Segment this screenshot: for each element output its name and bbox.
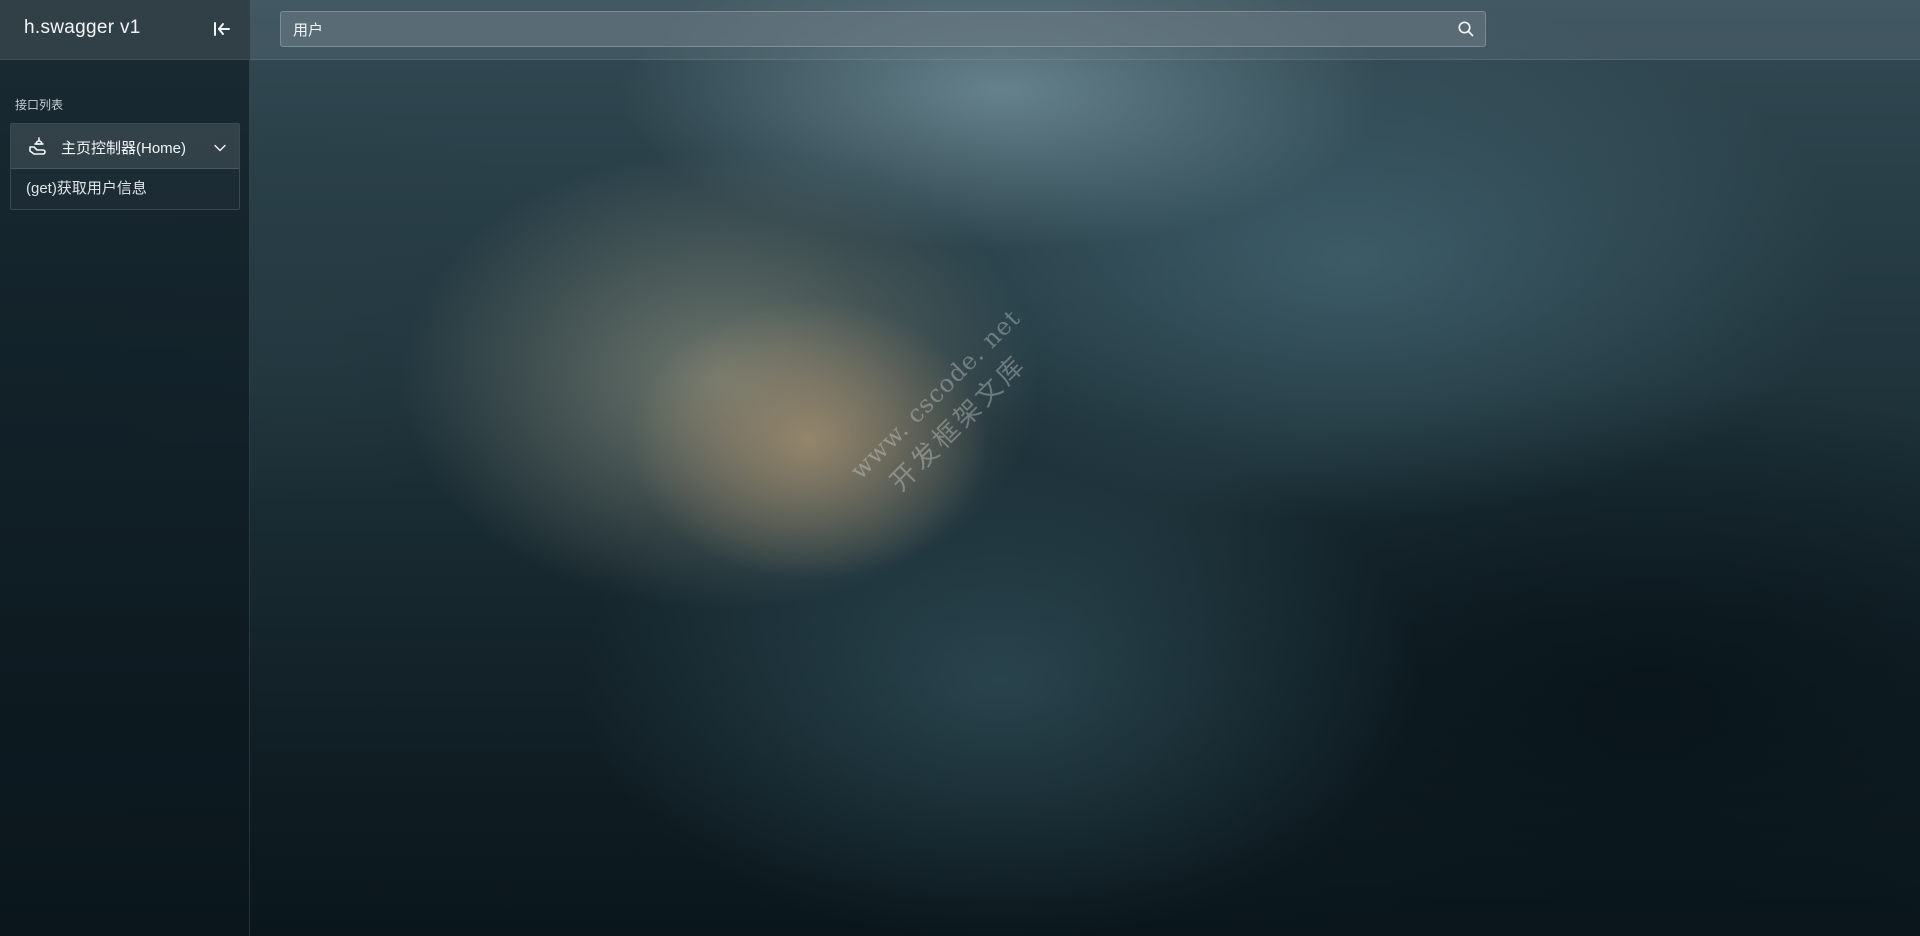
top-bar bbox=[250, 0, 1920, 60]
sidebar-header: h.swagger v1 bbox=[0, 0, 249, 60]
api-list-label: 接口列表 bbox=[15, 98, 64, 112]
search-box bbox=[280, 11, 1486, 47]
search-icon[interactable] bbox=[1457, 20, 1475, 38]
blurred-background bbox=[0, 0, 1920, 936]
api-group-home: 主页控制器(Home) (get)获取用户信息 bbox=[10, 123, 240, 210]
api-item-get-user-info[interactable]: (get)获取用户信息 bbox=[11, 169, 239, 209]
api-group-icon bbox=[27, 135, 49, 157]
api-group-header[interactable]: 主页控制器(Home) bbox=[11, 124, 239, 169]
sidebar: h.swagger v1 接口列表 主页控制器(Home) (get)获取用户信… bbox=[0, 0, 250, 936]
search-input[interactable] bbox=[281, 12, 1431, 46]
collapse-sidebar-icon[interactable] bbox=[210, 17, 234, 41]
api-group-title: 主页控制器(Home) bbox=[61, 140, 187, 157]
app-title: h.swagger v1 bbox=[24, 17, 141, 38]
chevron-down-icon bbox=[214, 141, 226, 153]
